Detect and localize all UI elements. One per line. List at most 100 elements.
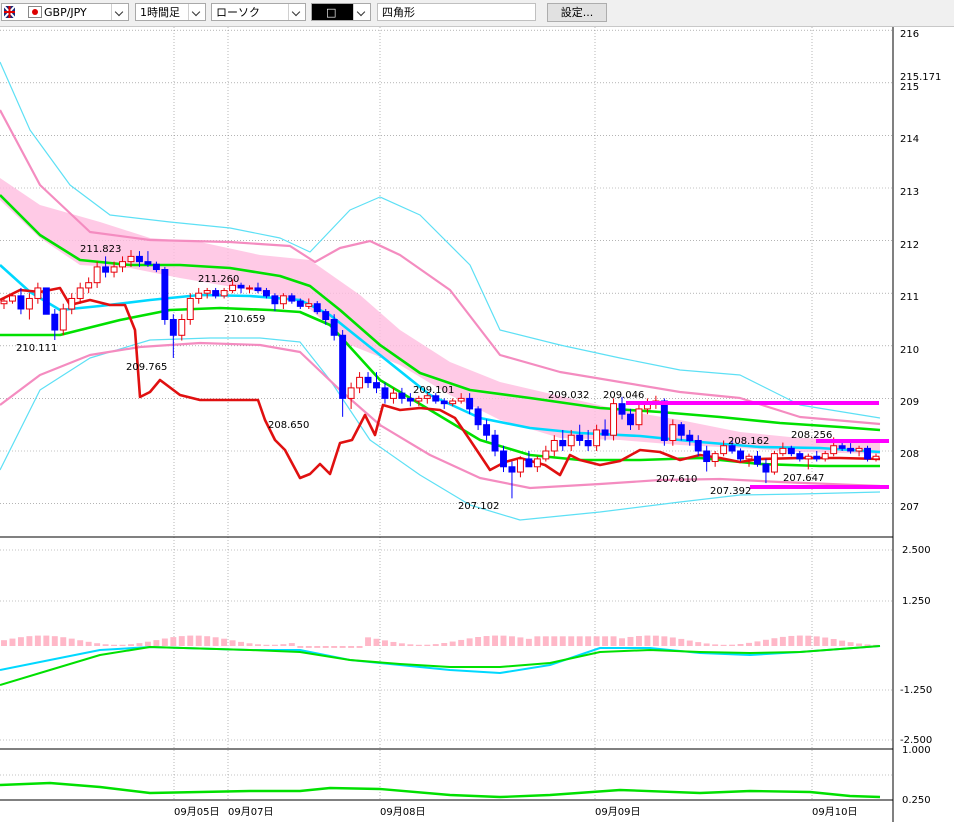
candle-body — [601, 429, 609, 436]
macd-histogram-bar — [703, 643, 710, 646]
candle-body — [271, 295, 279, 305]
candle-body — [59, 308, 67, 331]
macd-histogram-bar — [627, 636, 634, 646]
chevron-down-icon[interactable] — [353, 4, 370, 20]
candle-body — [76, 287, 84, 299]
candle-body — [220, 290, 228, 297]
candle-body — [313, 303, 321, 313]
macd-tick-label: 2.500 — [902, 545, 931, 556]
currency-pair-select[interactable]: GBP/JPY — [1, 3, 129, 21]
macd-histogram-bar — [382, 640, 388, 646]
candle-body — [483, 424, 491, 436]
macd-histogram-bar — [805, 635, 812, 646]
macd-histogram-bar — [271, 644, 278, 646]
osc-tick-label: 1.000 — [902, 745, 931, 756]
draw-tool-name: 四角形 — [382, 6, 415, 19]
candle-body — [195, 292, 203, 299]
candle-body — [457, 397, 465, 402]
chevron-down-icon[interactable] — [288, 4, 305, 20]
currency-pair-label: GBP/JPY — [44, 6, 87, 19]
candle-body — [406, 397, 414, 402]
macd-histogram-bar — [729, 644, 736, 646]
y-tick-label: 214 — [900, 134, 919, 145]
macd-histogram-bar — [356, 646, 363, 648]
macd-histogram-bar — [754, 641, 761, 646]
candle-body — [830, 445, 838, 455]
macd-histogram-bar — [407, 644, 414, 646]
macd-histogram-bar — [212, 637, 219, 646]
candle-body — [322, 311, 330, 320]
candle-body — [127, 255, 135, 263]
candle-body — [237, 284, 245, 289]
macd-histogram-bar — [280, 644, 287, 646]
chart-area[interactable]: 211.823 211.260 210.659 210.111 209.765 208.6… — [0, 27, 954, 822]
candle-body — [533, 458, 541, 468]
macd-histogram-bar — [297, 646, 304, 648]
candle-body — [762, 463, 770, 473]
macd-histogram-bar — [94, 643, 101, 646]
macd-histogram-bar — [60, 637, 67, 646]
chevron-down-icon[interactable] — [111, 4, 128, 20]
macd-histogram-bar — [602, 636, 609, 646]
macd-histogram-bar — [246, 643, 253, 646]
y-tick-label: 210 — [900, 345, 919, 356]
price-annotation: 209.032 — [548, 390, 589, 401]
candle — [660, 398, 668, 446]
macd-histogram-bar — [263, 644, 270, 646]
macd-histogram-bar — [762, 639, 769, 646]
macd-histogram-bar — [288, 643, 295, 646]
macd-histogram-bar — [678, 638, 685, 646]
macd-histogram-bar — [111, 644, 118, 646]
candle-body — [720, 445, 728, 455]
draw-tool-select[interactable]: □ — [311, 3, 371, 21]
macd-histogram-bar — [314, 646, 321, 648]
candle-body — [838, 445, 846, 449]
candle-body — [389, 392, 397, 399]
draw-tool-name-field[interactable]: 四角形 — [377, 3, 536, 21]
candle-body — [559, 439, 567, 447]
candle-body — [17, 295, 25, 310]
candle-body — [821, 453, 829, 460]
macd-histogram-bar — [610, 636, 617, 646]
macd-histogram-bar — [424, 644, 431, 646]
timeframe-select[interactable]: 1時間足 — [135, 3, 206, 21]
candle-body — [42, 287, 50, 315]
price-annotation: 211.260 — [198, 274, 239, 285]
candle-body — [161, 269, 169, 320]
macd-histogram-bar — [153, 640, 160, 646]
macd-histogram-bar — [458, 639, 465, 646]
macd-histogram-bar — [128, 644, 134, 646]
chevron-down-icon[interactable] — [188, 4, 205, 20]
chart-type-select[interactable]: ローソク — [211, 3, 306, 21]
macd-histogram-bar — [68, 638, 75, 646]
settings-button[interactable]: 設定... — [547, 3, 607, 22]
macd-histogram-bar — [77, 640, 84, 646]
macd-histogram-bar — [585, 636, 592, 646]
candle-body — [516, 458, 524, 473]
macd-histogram-bar — [483, 636, 490, 646]
candle-body — [500, 450, 507, 468]
x-tick-label: 09月05日 — [174, 806, 219, 818]
candle-body — [855, 447, 863, 452]
macd-histogram-bar — [170, 637, 177, 646]
price-annotation: 207.392 — [710, 486, 751, 497]
candle-body — [415, 397, 423, 402]
candle-body — [288, 295, 296, 302]
candle-body — [110, 266, 118, 273]
macd-histogram-bar — [348, 646, 355, 648]
candle-body — [669, 424, 677, 441]
candle-body — [847, 447, 855, 452]
macd-histogram-bar — [331, 646, 338, 648]
macd-histogram-bar — [500, 635, 507, 646]
macd-histogram-bar — [1, 640, 7, 646]
y-tick-label: 207 — [900, 502, 919, 513]
macd-histogram-bar — [551, 636, 558, 646]
macd-histogram-bar — [322, 646, 329, 648]
candle-body — [229, 284, 237, 292]
macd-histogram-bar — [746, 642, 752, 646]
macd-histogram-bar — [830, 638, 837, 646]
candle-body — [203, 290, 211, 294]
macd-histogram-bar — [525, 638, 532, 646]
macd-histogram-bar — [822, 637, 829, 646]
macd-histogram-bar — [492, 635, 498, 646]
